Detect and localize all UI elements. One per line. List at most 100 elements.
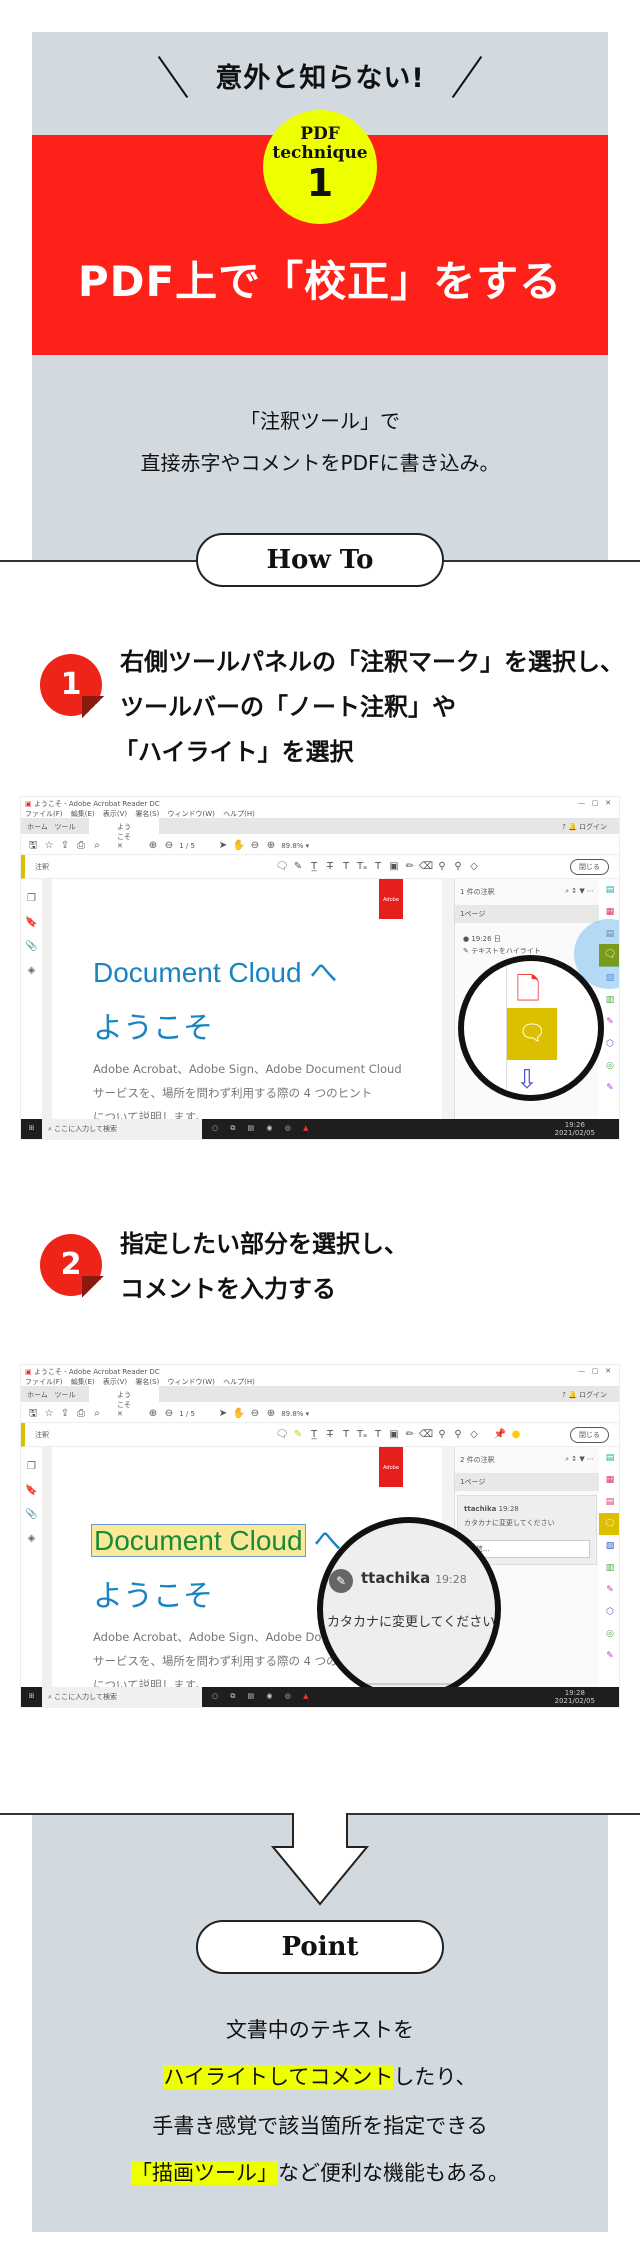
login-link[interactable]: ? 🔔 ログイン [562,1390,607,1400]
print-icon[interactable]: ⎙ [73,840,89,851]
comment-tool-icon[interactable]: 🗨 [599,1513,619,1535]
taskbar-search[interactable]: ⌕ ここに入力して検索 [42,1119,202,1139]
save-icon[interactable]: 🖫 [25,838,41,855]
bookmark-icon[interactable]: 🔖 [21,911,42,935]
insert-text-icon[interactable]: Tₐ [354,1429,370,1440]
zoom-in-icon[interactable]: ⊕ [263,840,279,851]
step-number-2: 2 [40,1234,104,1298]
step-1-line: 「ハイライト」を選択 [114,738,354,766]
menu-bar[interactable]: ファイル(F) 編集(E) 表示(V) 署名(S) ウィンドウ(W) ヘルプ(H… [21,1376,619,1386]
window-title: ようこそ - Adobe Acrobat Reader DC [33,800,160,808]
taskbar-apps[interactable]: ○ ⧉ ▤ ◉ ◎ ▲ [212,1124,308,1132]
bookmark-icon[interactable]: 🔖 [21,1479,42,1503]
next-page-icon[interactable]: ⊖ [161,840,177,851]
add-text-icon[interactable]: T [370,1429,386,1440]
shapes-icon[interactable]: ◇ [466,861,482,872]
main-toolbar: 🖫 ☆ ⇪ ⎙ ⌕ ⊕ ⊖ 1 / 5 ➤ ✋ ⊖ ⊕ 89.8% ▾ [21,1402,619,1423]
search-icon[interactable]: ⌕ [89,840,105,851]
zoom-level[interactable]: 89.8% [281,1410,303,1418]
comments-count: 2 件の注釈 ⌕ ↕ ▼ ⋯ [460,1455,594,1464]
star-icon[interactable]: ☆ [41,1408,57,1419]
underline-icon[interactable]: T̲ [306,861,322,872]
page-group[interactable]: 1ページ [455,905,599,923]
underline-icon[interactable]: T̲ [306,1429,322,1440]
attach-icon[interactable]: ⚲ [450,1429,466,1440]
pin-icon[interactable]: 📌 [492,1429,508,1440]
step-1-text: 右側ツールパネルの「注釈マーク」を選択し、 ツールバーの「ノート注釈」や 「ハイ… [114,640,624,775]
step-2-line: コメントを入力する [120,1275,336,1303]
star-icon[interactable]: ☆ [41,840,57,851]
tab-home[interactable]: ホーム [27,1391,48,1399]
upload-icon[interactable]: ⇪ [57,1408,73,1419]
window-controls[interactable]: — ▢ ✕ [578,799,611,807]
close-comment-button[interactable]: 閉じる [570,859,609,875]
windows-start-icon[interactable]: ⊞ [21,1692,42,1700]
pointer-icon[interactable]: ➤ [215,840,231,851]
page-group[interactable]: 1ページ [455,1473,599,1491]
shapes-icon[interactable]: ◇ [466,1429,482,1440]
windows-start-icon[interactable]: ⊞ [21,1124,42,1132]
stamp-icon[interactable]: ⚲ [434,1429,450,1440]
tab-tools[interactable]: ツール [54,823,75,831]
zoom-level[interactable]: 89.8% [281,842,303,850]
layers-icon[interactable]: ◈ [21,1527,42,1551]
taskbar-apps[interactable]: ○ ⧉ ▤ ◉ ◎ ▲ [212,1692,308,1700]
highlight-text: ハイライトしてコメント [163,2065,394,2089]
tab-document[interactable]: ようこそ ✕ [89,1386,159,1418]
eraser-icon[interactable]: ⌫ [418,861,434,872]
pencil-icon[interactable]: ✏ [402,1429,418,1440]
window-titlebar: ▣ ようこそ - Adobe Acrobat Reader DC — ▢ ✕ [25,1367,611,1376]
strikethrough-icon[interactable]: T̶ [322,861,338,872]
strikethrough-icon[interactable]: T̶ [322,1429,338,1440]
eraser-icon[interactable]: ⌫ [418,1429,434,1440]
prev-page-icon[interactable]: ⊕ [145,840,161,851]
highlighted-text[interactable]: Document Cloud [91,1524,306,1557]
pages-icon[interactable]: ❐ [21,1455,42,1479]
pencil-icon[interactable]: ✏ [402,861,418,872]
zoom-out-icon[interactable]: ⊖ [247,840,263,851]
search-icon[interactable]: ⌕ [89,1408,105,1419]
paperclip-icon[interactable]: 📎 [21,1503,42,1527]
page-indicator[interactable]: 1 / 5 [179,842,195,850]
doc-heading-2: ようこそ [93,1011,213,1046]
window-controls[interactable]: — ▢ ✕ [578,1367,611,1375]
close-comment-button[interactable]: 閉じる [570,1427,609,1443]
comment-tool-icon-active[interactable]: 🗨 [599,944,619,966]
attach-icon[interactable]: ⚲ [450,861,466,872]
taskbar-clock: 19:26 2021/02/05 [554,1121,595,1137]
replace-text-icon[interactable]: T [338,1429,354,1440]
zoom-in-icon[interactable]: ⊕ [263,1408,279,1419]
login-link[interactable]: ? 🔔 ログイン [562,822,607,832]
tab-tools[interactable]: ツール [54,1391,75,1399]
text-box-icon[interactable]: ▣ [386,861,402,872]
tab-document[interactable]: ようこそ ✕ [89,818,159,850]
menu-bar[interactable]: ファイル(F) 編集(E) 表示(V) 署名(S) ウィンドウ(W) ヘルプ(H… [21,808,619,818]
tab-home[interactable]: ホーム [27,823,48,831]
insert-text-icon[interactable]: Tₐ [354,861,370,872]
stamp-icon[interactable]: ⚲ [434,861,450,872]
sticky-note-icon[interactable]: 🗨 [274,1429,290,1440]
taskbar-search[interactable]: ⌕ ここに入力して検索 [42,1687,202,1707]
highlight-icon[interactable]: ✎ [290,1429,306,1440]
highlight-icon[interactable]: ✎ [290,861,306,872]
pages-icon[interactable]: ❐ [21,887,42,911]
layers-icon[interactable]: ◈ [21,959,42,983]
scrollbar[interactable] [442,879,454,1121]
replace-text-icon[interactable]: T [338,861,354,872]
sticky-note-icon[interactable]: 🗨 [274,861,290,872]
zoom-out-icon[interactable]: ⊖ [247,1408,263,1419]
pointer-icon[interactable]: ➤ [215,1408,231,1419]
prev-page-icon[interactable]: ⊕ [145,1408,161,1419]
upload-icon[interactable]: ⇪ [57,840,73,851]
print-icon[interactable]: ⎙ [73,1408,89,1419]
paperclip-icon[interactable]: 📎 [21,935,42,959]
color-picker-icon[interactable]: ● [508,1429,524,1440]
text-box-icon[interactable]: ▣ [386,1429,402,1440]
add-text-icon[interactable]: T [370,861,386,872]
next-page-icon[interactable]: ⊖ [161,1408,177,1419]
hand-icon[interactable]: ✋ [231,840,247,851]
page-indicator[interactable]: 1 / 5 [179,1410,195,1418]
hand-icon[interactable]: ✋ [231,1408,247,1419]
save-icon[interactable]: 🖫 [25,1406,41,1423]
point-line4: 「描画ツール」など便利な機能もある。 [131,2161,509,2185]
